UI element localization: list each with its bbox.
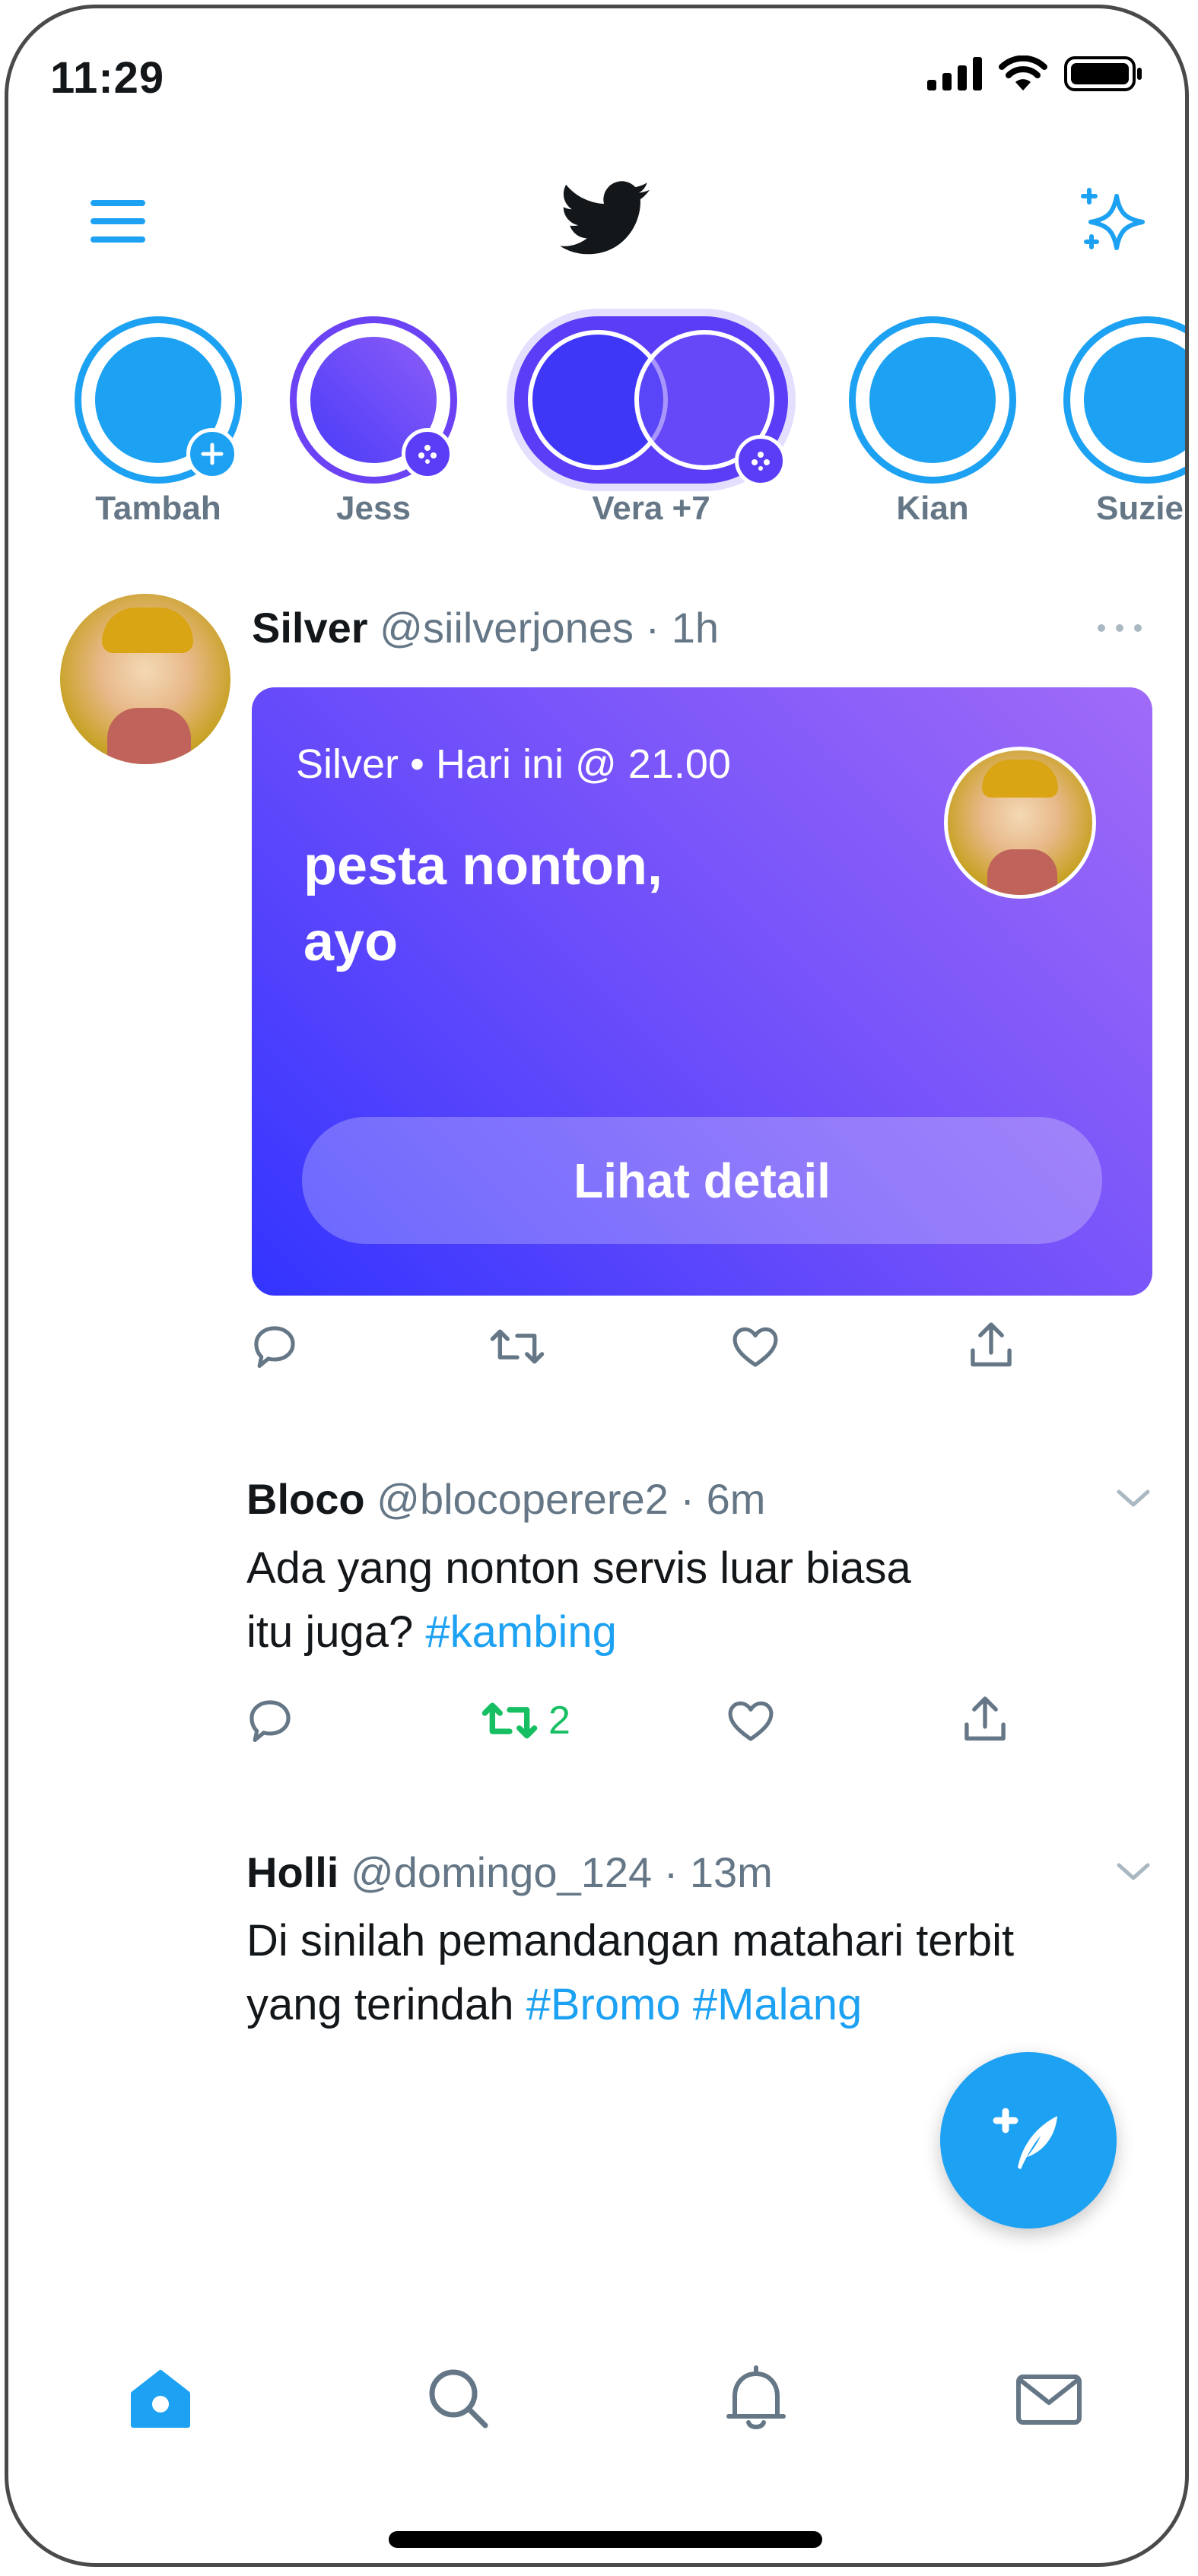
story-label: Vera +7 — [592, 490, 710, 527]
author-name[interactable]: Holli — [246, 1848, 338, 1896]
more-options-icon[interactable] — [1096, 623, 1143, 633]
author-handle[interactable]: @domingo_124 · 13m — [351, 1848, 773, 1896]
tweet-text: Ada yang nonton servis luar biasa itu ju… — [246, 1537, 911, 1664]
share-icon — [971, 1322, 1012, 1367]
cellular-signal-icon — [927, 57, 982, 90]
event-title-line: ayo — [303, 912, 399, 972]
avatar[interactable] — [60, 594, 230, 764]
wifi-icon — [999, 56, 1047, 90]
retweet-icon — [481, 1702, 538, 1739]
status-icons — [927, 56, 1143, 92]
event-title: pesta nonton, ayo — [303, 828, 760, 980]
avatar-shirt — [107, 708, 191, 764]
tweet-header: Holli @domingo_124 · 13m — [246, 1848, 773, 1897]
story-avatar — [1078, 331, 1185, 469]
story-label: Tambah — [95, 490, 221, 527]
story-ring — [75, 316, 242, 484]
story-tambah[interactable]: Tambah — [71, 316, 246, 528]
view-details-button[interactable]: Lihat detail — [302, 1117, 1102, 1244]
search-icon[interactable] — [421, 2362, 494, 2435]
tweet-header: Bloco @blocoperere2 · 6m — [246, 1474, 765, 1524]
avatar-hat — [102, 608, 193, 653]
reply-icon — [254, 1326, 295, 1369]
retweet-button-active[interactable]: 2 — [481, 1695, 570, 1746]
chevron-down-icon[interactable] — [1116, 1488, 1151, 1509]
story-jess[interactable]: Jess — [286, 316, 461, 528]
compose-feather-icon — [993, 2108, 1057, 2169]
tweet-text-segment: itu juga? — [246, 1607, 426, 1657]
event-title-line: pesta nonton, — [303, 836, 663, 896]
share-icon — [964, 1696, 1006, 1741]
messages-mail-icon[interactable] — [1012, 2362, 1085, 2435]
home-indicator — [389, 2531, 822, 2548]
story-vera[interactable]: Vera +7 — [514, 316, 788, 528]
tweet-time: · 1h — [645, 604, 720, 652]
space-badge — [402, 428, 453, 480]
story-label: Suzie — [1096, 490, 1184, 527]
twitter-bird-icon — [560, 181, 650, 255]
top-nav — [8, 160, 1185, 282]
story-label: Kian — [896, 490, 969, 527]
dots-icon — [752, 452, 770, 471]
author-handle[interactable]: @siilverjones — [380, 604, 634, 652]
add-story-badge — [186, 428, 238, 480]
story-ring — [1063, 316, 1185, 484]
retweet-button[interactable] — [489, 1321, 545, 1372]
status-time: 11:29 — [50, 53, 165, 103]
hashtag-link[interactable]: #Bromo #Malang — [526, 1980, 863, 2029]
tweet-text: Di sinilah pemandangan matahari terbit y… — [246, 1909, 1014, 2037]
dots-icon — [418, 445, 437, 464]
avatar-hat — [982, 760, 1058, 798]
tweet-text-line: Di sinilah pemandangan matahari terbit — [246, 1916, 1015, 1965]
author-handle[interactable]: @blocoperere2 · 6m — [377, 1475, 765, 1523]
like-button[interactable] — [729, 1321, 781, 1372]
home-icon[interactable] — [124, 2362, 197, 2435]
story-ring — [290, 316, 457, 484]
tweet-text-line: Ada yang nonton servis luar biasa — [246, 1543, 911, 1593]
story-kian[interactable]: Kian — [845, 316, 1020, 528]
share-button[interactable] — [959, 1692, 1011, 1746]
retweet-icon — [490, 1329, 545, 1364]
author-name[interactable]: Bloco — [246, 1475, 365, 1523]
like-button[interactable] — [725, 1695, 777, 1746]
chevron-down-icon[interactable] — [1116, 1861, 1151, 1883]
story-label: Jess — [336, 490, 411, 527]
story-group — [514, 316, 788, 487]
tweet-text-line: yang terindah #Bromo #Malang — [246, 1973, 1014, 2037]
story-ring — [849, 316, 1016, 484]
share-button[interactable] — [965, 1318, 1017, 1372]
event-card[interactable]: Silver • Hari ini @ 21.00 pesta nonton, … — [252, 687, 1152, 1296]
heart-icon — [732, 1327, 778, 1367]
phone-frame: 11:29 Tambah Jess Vera +7 Kian Suzie Sil… — [5, 5, 1189, 2567]
story-avatar — [863, 331, 1002, 469]
battery-icon — [1064, 56, 1142, 91]
hashtag-link[interactable]: #kambing — [425, 1607, 616, 1657]
event-meta: Silver • Hari ini @ 21.00 — [296, 741, 731, 787]
reply-button[interactable] — [249, 1321, 300, 1372]
tweet-text-segment: yang terindah — [246, 1980, 526, 2029]
menu-icon[interactable] — [91, 197, 145, 246]
avatar-shirt — [987, 849, 1057, 895]
story-suzie[interactable]: Suzie — [1060, 316, 1185, 528]
sparkle-icon[interactable] — [1077, 186, 1153, 262]
space-badge — [735, 435, 786, 487]
compose-tweet-button[interactable] — [940, 2052, 1117, 2229]
retweet-count: 2 — [548, 1699, 570, 1743]
tweet-text-line: itu juga? #kambing — [246, 1600, 911, 1664]
plus-icon — [201, 443, 224, 465]
notifications-bell-icon[interactable] — [720, 2362, 793, 2435]
reply-icon — [249, 1700, 291, 1743]
host-avatar — [944, 747, 1096, 899]
heart-icon — [728, 1701, 774, 1741]
tweet-header: Silver @siilverjones · 1h — [252, 603, 719, 652]
reply-button[interactable] — [244, 1695, 296, 1746]
author-name[interactable]: Silver — [252, 604, 368, 652]
